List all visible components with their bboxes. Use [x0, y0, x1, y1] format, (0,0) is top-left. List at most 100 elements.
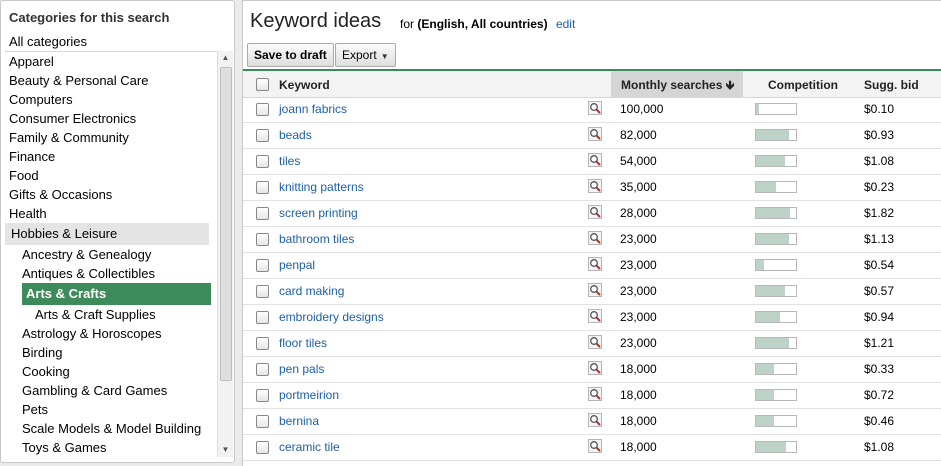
row-checkbox[interactable]	[256, 389, 269, 402]
competition-bar	[755, 103, 797, 115]
edit-link[interactable]: edit	[556, 17, 575, 31]
page-title: Keyword ideas	[250, 10, 382, 32]
search-preview-icon[interactable]	[588, 257, 602, 271]
search-preview-icon[interactable]	[588, 309, 602, 323]
scrollbar-thumb[interactable]	[220, 67, 232, 381]
category-item[interactable]: Cooking	[5, 362, 217, 381]
row-checkbox[interactable]	[256, 337, 269, 350]
table-row: embroidery designs 23,000 $0.94	[243, 304, 941, 331]
category-item[interactable]: Finance	[5, 147, 213, 166]
category-item[interactable]: Food	[5, 166, 213, 185]
category-item[interactable]: Gambling & Card Games	[5, 381, 217, 400]
category-item[interactable]: Astrology & Horoscopes	[5, 324, 217, 343]
competition-bar	[755, 415, 797, 427]
search-preview-icon[interactable]	[588, 387, 602, 401]
competition-bar	[755, 311, 797, 323]
suggested-bid-value: $0.93	[864, 128, 895, 142]
category-item[interactable]: Birding	[5, 343, 217, 362]
category-item[interactable]: Ancestry & Genealogy	[5, 245, 217, 264]
category-list: Apparel Beauty & Personal Care Computers Co…	[5, 51, 217, 458]
suggested-bid-value: $0.94	[864, 310, 895, 324]
search-preview-icon[interactable]	[588, 101, 602, 115]
search-preview-icon[interactable]	[588, 283, 602, 297]
row-checkbox[interactable]	[256, 311, 269, 324]
row-checkbox[interactable]	[256, 415, 269, 428]
keyword-link[interactable]: embroidery designs	[279, 310, 384, 324]
column-competition[interactable]: Competition	[768, 71, 838, 97]
column-sugg-bid[interactable]: Sugg. bid	[864, 71, 919, 97]
table-row: beads 82,000 $0.93	[243, 122, 941, 149]
scroll-down-icon[interactable]: ▼	[218, 443, 233, 457]
competition-bar	[755, 441, 797, 453]
monthly-searches-value: 82,000	[620, 128, 657, 142]
keyword-link[interactable]: ceramic tile	[279, 440, 340, 454]
select-all-checkbox[interactable]	[256, 78, 269, 91]
keyword-link[interactable]: card making	[279, 284, 344, 298]
suggested-bid-value: $0.72	[864, 388, 895, 402]
keyword-link[interactable]: floor tiles	[279, 336, 327, 350]
suggested-bid-value: $1.08	[864, 154, 895, 168]
row-checkbox[interactable]	[256, 103, 269, 116]
competition-fill	[756, 260, 764, 270]
category-item[interactable]: Apparel	[5, 52, 213, 71]
keyword-link[interactable]: screen printing	[279, 206, 358, 220]
row-checkbox[interactable]	[256, 129, 269, 142]
table-row: floor tiles 23,000 $1.21	[243, 330, 941, 357]
search-preview-icon[interactable]	[588, 439, 602, 453]
keyword-link[interactable]: bernina	[279, 414, 319, 428]
category-item[interactable]: Family & Community	[5, 128, 213, 147]
row-checkbox[interactable]	[256, 259, 269, 272]
row-checkbox[interactable]	[256, 441, 269, 454]
down-arrow-icon: 🡻	[725, 78, 735, 92]
search-preview-icon[interactable]	[588, 361, 602, 375]
search-preview-icon[interactable]	[588, 127, 602, 141]
category-item[interactable]: Gifts & Occasions	[5, 185, 213, 204]
row-checkbox[interactable]	[256, 233, 269, 246]
targeting-summary: for (English, All countries) edit	[400, 17, 575, 31]
row-checkbox[interactable]	[256, 207, 269, 220]
export-button[interactable]: Export ▼	[335, 43, 396, 67]
keyword-link[interactable]: portmeirion	[279, 388, 339, 402]
search-preview-icon[interactable]	[588, 179, 602, 193]
row-checkbox[interactable]	[256, 181, 269, 194]
keyword-link[interactable]: beads	[279, 128, 312, 142]
table-row: pen pals 18,000 $0.33	[243, 356, 941, 383]
category-item[interactable]: Scale Models & Model Building	[5, 419, 217, 438]
category-item[interactable]: Health	[5, 204, 213, 223]
category-item[interactable]: Toys & Games	[5, 438, 217, 457]
competition-bar	[755, 155, 797, 167]
category-item[interactable]: Computers	[5, 90, 213, 109]
competition-bar	[755, 233, 797, 245]
save-to-draft-button[interactable]: Save to draft	[247, 43, 334, 67]
search-preview-icon[interactable]	[588, 153, 602, 167]
category-item[interactable]: Antiques & Collectibles	[5, 264, 217, 283]
keyword-link[interactable]: penpal	[279, 258, 315, 272]
category-item[interactable]: Arts & Craft Supplies	[5, 305, 217, 324]
all-categories-link[interactable]: All categories	[9, 34, 87, 49]
category-item[interactable]: Beauty & Personal Care	[5, 71, 213, 90]
column-monthly-searches[interactable]: Monthly searches 🡻	[611, 71, 743, 97]
keyword-link[interactable]: pen pals	[279, 362, 324, 376]
category-item[interactable]: Pets	[5, 400, 217, 419]
category-scrollbar[interactable]: ▲ ▼	[217, 51, 233, 457]
competition-fill	[756, 416, 774, 426]
row-checkbox[interactable]	[256, 155, 269, 168]
search-preview-icon[interactable]	[588, 335, 602, 349]
keyword-link[interactable]: tiles	[279, 154, 300, 168]
column-keyword[interactable]: Keyword	[279, 71, 330, 97]
search-preview-icon[interactable]	[588, 231, 602, 245]
search-preview-icon[interactable]	[588, 205, 602, 219]
scroll-up-icon[interactable]: ▲	[218, 51, 233, 65]
row-checkbox[interactable]	[256, 363, 269, 376]
search-preview-icon[interactable]	[588, 413, 602, 427]
keyword-link[interactable]: joann fabrics	[279, 102, 347, 116]
competition-bar	[755, 259, 797, 271]
keyword-link[interactable]: knitting patterns	[279, 180, 364, 194]
keyword-link[interactable]: bathroom tiles	[279, 232, 354, 246]
category-item[interactable]: Hobbies & Leisure	[5, 223, 209, 245]
category-item[interactable]: Consumer Electronics	[5, 109, 213, 128]
row-checkbox[interactable]	[256, 285, 269, 298]
category-item[interactable]: Arts & Crafts	[22, 283, 211, 305]
competition-fill	[756, 390, 774, 400]
table-row: penpal 23,000 $0.54	[243, 252, 941, 279]
